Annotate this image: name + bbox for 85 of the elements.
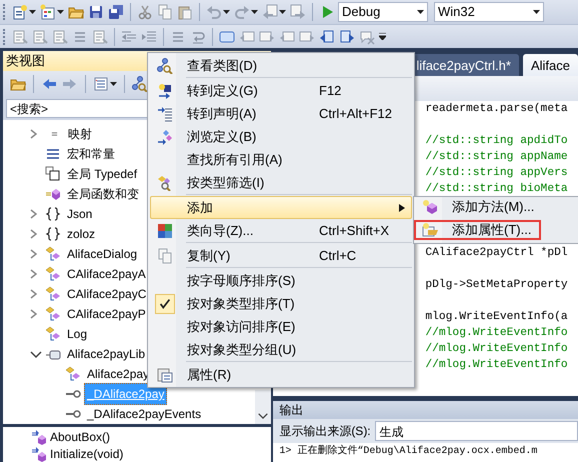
tree-item[interactable]: 全局 Typedef — [64, 163, 140, 185]
member-item[interactable]: AboutBox() — [50, 428, 110, 446]
class-icon — [45, 286, 61, 302]
filter-icon — [157, 174, 173, 190]
shortcut-label: Ctrl+Alt+F12 — [319, 106, 392, 121]
menu-item[interactable]: 添加方法(M)... — [414, 197, 544, 217]
menu-item[interactable]: 按字母顺序排序(S) — [150, 269, 412, 292]
new-project-icon[interactable] — [11, 2, 37, 22]
code-line: mlog.WriteEventInfo(a — [425, 311, 568, 323]
add-item-icon[interactable] — [39, 2, 65, 22]
source-label: 显示输出来源(S): — [279, 423, 371, 440]
tree-item[interactable]: Log — [64, 323, 90, 345]
tree-item[interactable]: CAliface2payP — [64, 303, 149, 325]
go-to-definition-icon — [157, 82, 173, 98]
member-item[interactable]: Initialize(void) — [50, 444, 124, 462]
menu-item[interactable]: 浏览定义(B) — [150, 125, 412, 148]
code-line: readermeta.parse(meta — [425, 103, 568, 115]
code-line: CAliface2payCtrl *pDl — [425, 247, 568, 259]
method-icon — [31, 428, 47, 444]
property-icon — [422, 222, 438, 238]
shortcut-label: Ctrl+C — [319, 248, 356, 263]
properties-icon — [157, 366, 173, 382]
menu-item[interactable]: 添加属性(T)... — [414, 220, 542, 240]
menu-item[interactable]: 属性(R) — [150, 363, 412, 386]
diamonds-icon — [157, 128, 173, 144]
class-icon — [45, 266, 61, 282]
tree-item[interactable]: 宏和常量 — [64, 143, 118, 165]
copy-icon[interactable] — [156, 2, 174, 22]
output-line: 1> 正在删除文件“Debug\Aliface2pay.ocx.embed.m — [278, 444, 538, 459]
copy-icon — [157, 248, 173, 264]
editor-tab[interactable]: Aliface — [522, 54, 578, 76]
panel-title: 输出 — [273, 401, 578, 419]
menu-item[interactable]: 复制(Y) Ctrl+C — [150, 244, 412, 267]
class-icon — [45, 306, 61, 322]
tree-item[interactable]: _DAliface2payEvents — [84, 403, 204, 425]
menu-item[interactable]: 添加 — [150, 196, 412, 219]
class-icon — [45, 326, 61, 342]
code-comment: //std::string appVers — [425, 167, 568, 179]
tree-item[interactable]: CAliface2payC — [64, 283, 150, 305]
squares-icon — [45, 166, 61, 182]
go-to-declaration-icon — [157, 106, 173, 122]
tree-item[interactable]: AlifaceDialog — [64, 243, 140, 265]
menu-item[interactable]: 按类型筛选(I) — [150, 171, 412, 194]
class-diagram-icon[interactable] — [131, 74, 149, 94]
class-diagram-icon — [157, 58, 173, 74]
tree-item[interactable]: Aliface2payLib — [64, 343, 148, 365]
braces-icon — [45, 226, 61, 242]
code-comment: //mlog.WriteEventInfo — [425, 359, 568, 371]
source-dropdown[interactable]: 生成 — [374, 421, 578, 441]
tree-item[interactable]: zoloz — [64, 223, 98, 245]
floppy-disks-icon[interactable] — [107, 2, 125, 22]
menu-item[interactable]: 按对象类型分组(U) — [150, 338, 412, 361]
code-comment: //std::string bioMeta — [425, 183, 568, 195]
caret-icon[interactable] — [417, 10, 424, 14]
code-comment: //mlog.WriteEventInfo — [425, 343, 568, 355]
menu-item[interactable]: 按对象访问排序(E) — [150, 315, 412, 338]
shortcut-label: Ctrl+Shift+X — [319, 222, 390, 238]
menu-item[interactable]: 类向导(Z)... Ctrl+Shift+X — [150, 219, 412, 242]
code-comment: //std::string apdidTo — [425, 135, 568, 147]
code-comment: //mlog.WriteEventInfo — [425, 327, 568, 339]
menu-item[interactable]: 转到定义(G) F12 — [150, 79, 412, 102]
grid-icon — [157, 222, 173, 238]
tree-item[interactable]: CAliface2payA — [64, 263, 149, 285]
configuration-dropdown[interactable]: Debug — [338, 2, 428, 22]
tree-item[interactable]: 映射 — [65, 123, 95, 145]
code-comment: //std::string appName — [425, 151, 568, 163]
braces-icon — [45, 206, 61, 222]
menu-item[interactable]: 按对象类型排序(T) — [150, 292, 412, 315]
method-icon — [31, 446, 47, 462]
platform-dropdown[interactable]: Win32 — [434, 2, 544, 22]
caret-icon[interactable] — [533, 10, 540, 14]
equals-icon — [50, 131, 59, 137]
navigate-forward-icon[interactable] — [289, 2, 307, 22]
submenu-arrow-icon — [399, 204, 405, 212]
tree-item[interactable]: 全局函数和变 — [64, 183, 142, 205]
navigate-back-icon[interactable] — [261, 2, 287, 22]
menu-item[interactable]: 查找所有引用(A) — [150, 148, 412, 171]
class-icon — [65, 366, 81, 382]
cube-icon — [45, 186, 61, 202]
tree-item[interactable]: Json — [64, 203, 96, 225]
code-line: pDlg->SetMetaProperty — [425, 279, 568, 291]
method-icon — [422, 199, 438, 215]
shortcut-label: F12 — [319, 82, 342, 98]
class-icon — [45, 246, 61, 262]
scrollbar[interactable] — [255, 390, 272, 424]
